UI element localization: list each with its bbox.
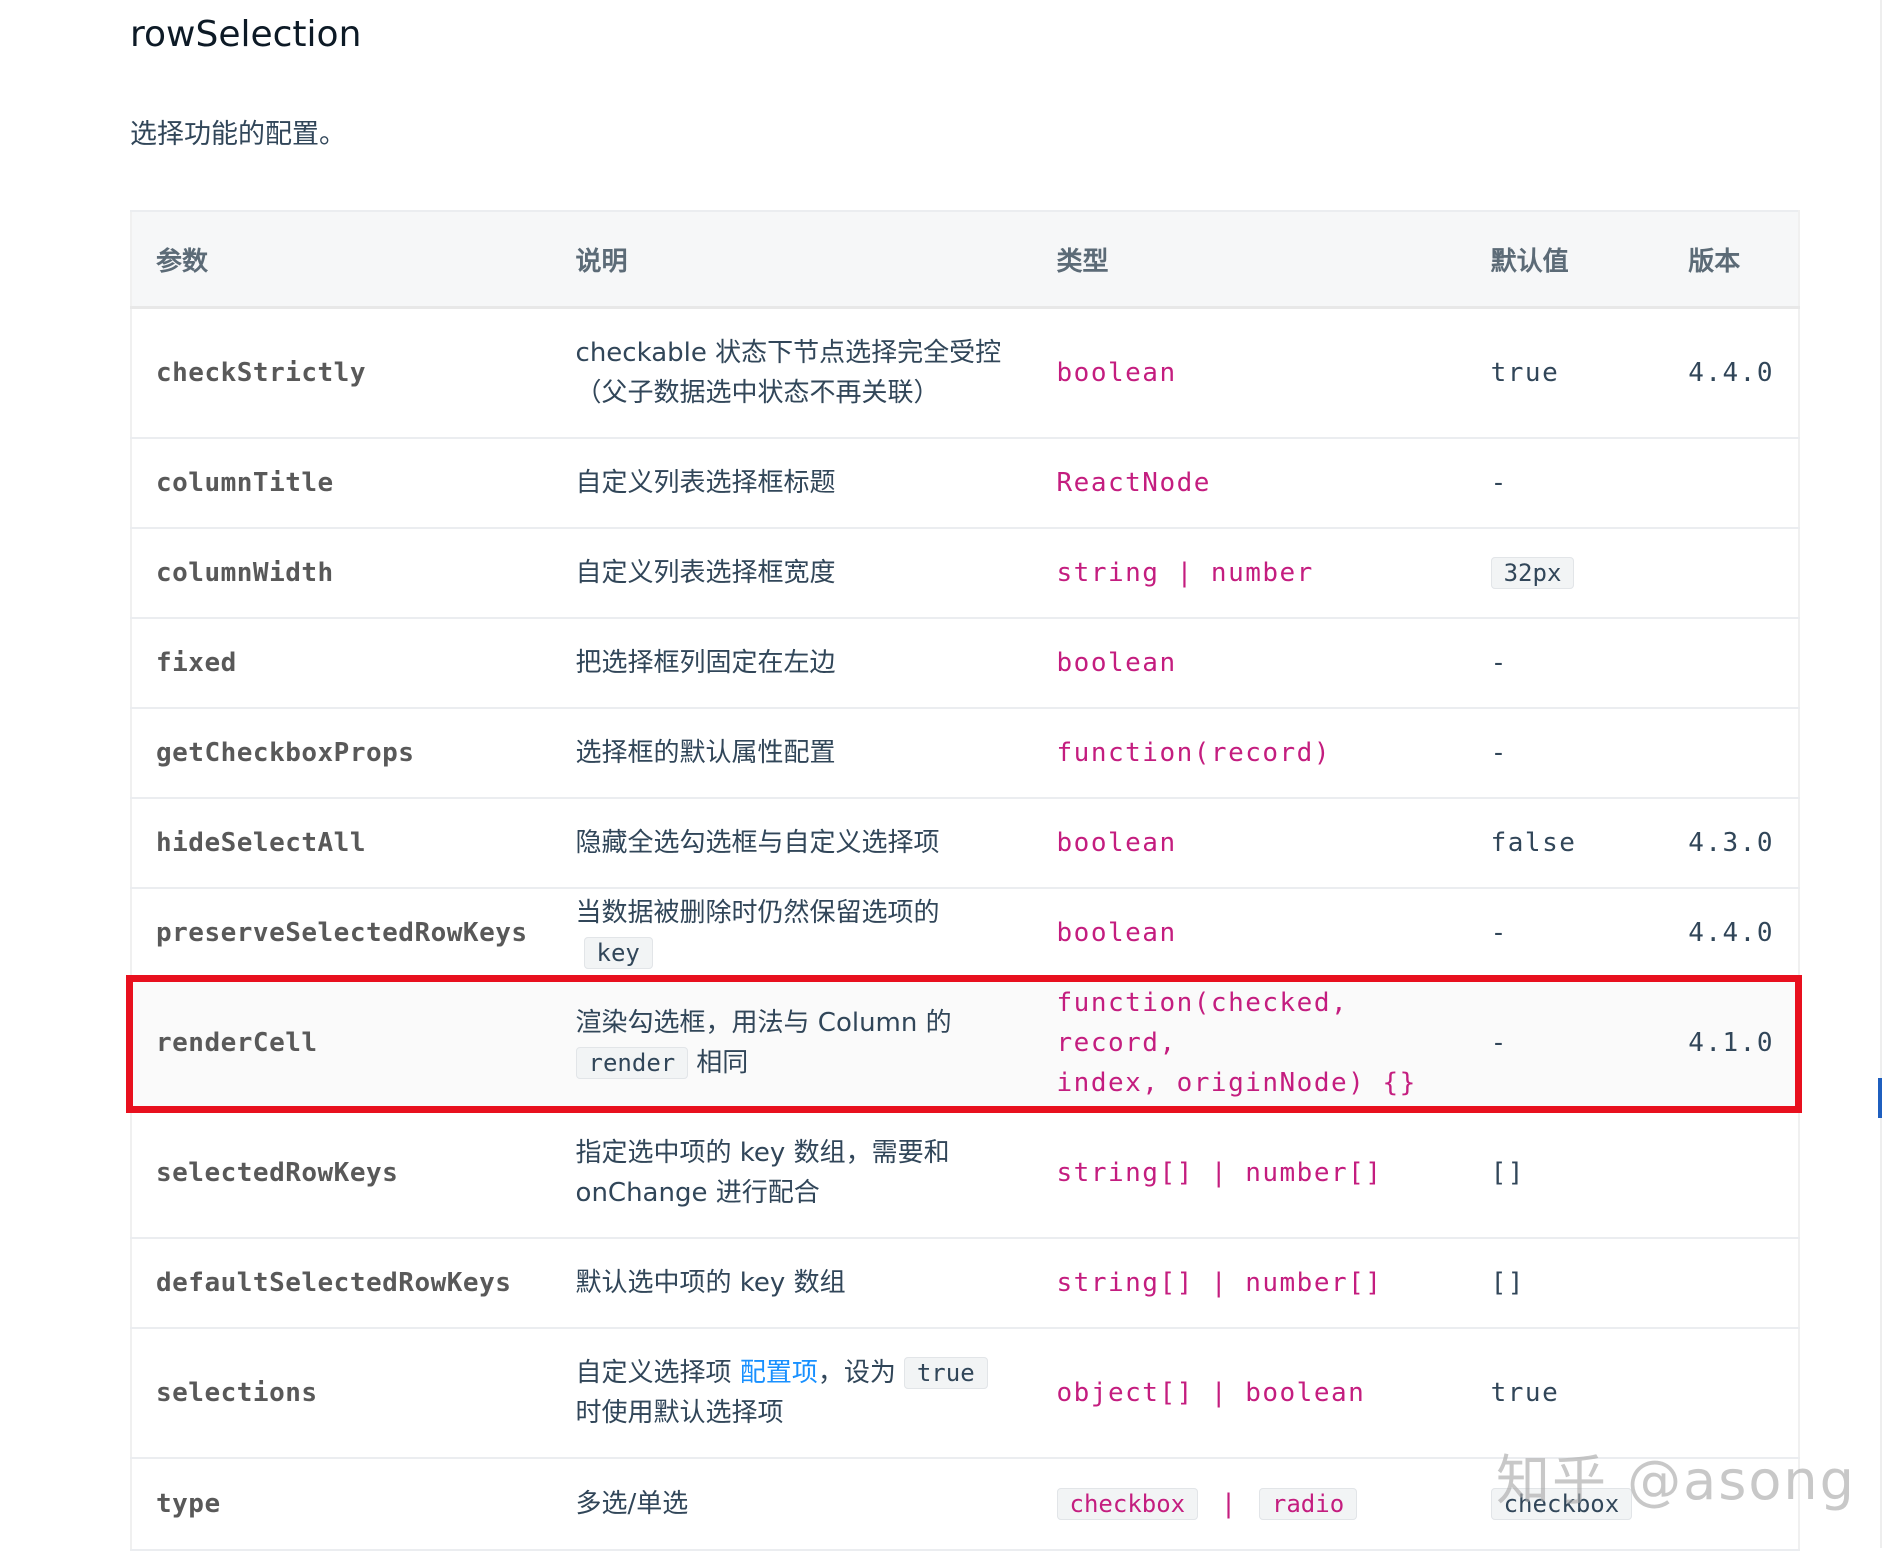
desc-code-tag: true [903, 1356, 988, 1389]
type-code-tag: radio [1258, 1487, 1358, 1520]
default-cell: [] [1466, 1107, 1665, 1239]
highlight-frame [126, 975, 1802, 1113]
param-cell: checkStrictly [131, 307, 552, 439]
version-cell [1664, 1237, 1799, 1329]
type-cell: function(record) [1032, 707, 1467, 799]
desc-cell: 指定选中项的 key 数组，需要和 onChange 进行配合 [551, 1107, 1033, 1239]
table-row: preserveSelectedRowKeys 当数据被删除时仍然保留选项的ke… [131, 887, 1799, 979]
desc-code-tag: key [583, 936, 653, 969]
param-cell: columnTitle [131, 437, 552, 529]
type-cell: string[] | number[] [1032, 1237, 1467, 1329]
table-header-row: 参数 说明 类型 默认值 版本 [131, 211, 1799, 309]
table-row: hideSelectAll 隐藏全选勾选框与自定义选择项 boolean fal… [131, 797, 1799, 889]
param-cell: columnWidth [131, 527, 552, 619]
default-cell: [] [1466, 1237, 1665, 1329]
table-row: fixed 把选择框列固定在左边 boolean - [131, 617, 1799, 709]
desc-cell: 自定义列表选择框宽度 [551, 527, 1033, 619]
api-table: 参数 说明 类型 默认值 版本 checkStrictly checkable … [130, 210, 1800, 1551]
default-cell: false [1466, 797, 1665, 889]
type-cell: boolean [1032, 797, 1467, 889]
version-cell [1664, 1107, 1799, 1239]
type-cell: string[] | number[] [1032, 1107, 1467, 1239]
param-cell: defaultSelectedRowKeys [131, 1237, 552, 1329]
default-cell: - [1466, 707, 1665, 799]
version-cell: 4.3.0 [1664, 797, 1799, 889]
version-cell [1664, 617, 1799, 709]
version-cell: 4.4.0 [1664, 307, 1799, 439]
type-cell: ReactNode [1032, 437, 1467, 529]
param-cell: hideSelectAll [131, 797, 552, 889]
type-code-tag: checkbox [1056, 1487, 1199, 1520]
version-cell [1664, 437, 1799, 529]
param-cell: preserveSelectedRowKeys [131, 887, 552, 979]
section-description: 选择功能的配置。 [130, 119, 346, 150]
type-cell: string | number [1032, 527, 1467, 619]
table-row: selectedRowKeys 指定选中项的 key 数组，需要和 onChang… [131, 1107, 1799, 1239]
section-title: rowSelection [130, 14, 362, 55]
desc-cell: 当数据被删除时仍然保留选项的key [551, 887, 1033, 979]
header-desc: 说明 [551, 211, 1033, 309]
param-cell: getCheckboxProps [131, 707, 552, 799]
param-cell: selections [131, 1327, 552, 1459]
desc-cell: 默认选中项的 key 数组 [551, 1237, 1033, 1329]
table-row: columnWidth 自定义列表选择框宽度 string | number 3… [131, 527, 1799, 619]
watermark: 知乎 @asong [1496, 1449, 1856, 1512]
version-cell [1664, 707, 1799, 799]
header-param: 参数 [131, 211, 552, 309]
table-row: columnTitle 自定义列表选择框标题 ReactNode - [131, 437, 1799, 529]
default-cell: - [1466, 437, 1665, 529]
type-cell: object[] | boolean [1032, 1327, 1467, 1459]
table-row: checkStrictly checkable 状态下节点选择完全受控 （父子数据… [131, 307, 1799, 439]
type-cell: boolean [1032, 307, 1467, 439]
desc-cell: checkbox | radio [1032, 1457, 1467, 1551]
default-code-tag: 32px [1490, 556, 1575, 589]
header-default: 默认值 [1466, 211, 1665, 309]
header-type: 类型 [1032, 211, 1467, 309]
param-cell: selectedRowKeys [131, 1107, 552, 1239]
default-cell: - [1466, 617, 1665, 709]
table-row: getCheckboxProps 选择框的默认属性配置 function(rec… [131, 707, 1799, 799]
desc-cell: 自定义列表选择框标题 [551, 437, 1033, 529]
param-cell: type [131, 1457, 552, 1551]
desc-cell: 把选择框列固定在左边 [551, 617, 1033, 709]
param-cell: fixed [131, 617, 552, 709]
table-row: defaultSelectedRowKeys 默认选中项的 key 数组 str… [131, 1237, 1799, 1329]
scroll-mark [1878, 1078, 1882, 1118]
default-cell: - [1466, 887, 1665, 979]
desc-cell: checkable 状态下节点选择完全受控 （父子数据选中状态不再关联） [551, 307, 1033, 439]
desc-cell: 自定义选择项 配置项，设为 true 时使用默认选择项 [551, 1327, 1033, 1459]
default-cell: true [1466, 307, 1665, 439]
config-item-link[interactable]: 配置项 [740, 1358, 818, 1388]
desc-cell: 选择框的默认属性配置 [551, 707, 1033, 799]
desc-cell: 隐藏全选勾选框与自定义选择项 [551, 797, 1033, 889]
type-cell: boolean [1032, 887, 1467, 979]
version-cell: 4.4.0 [1664, 887, 1799, 979]
header-version: 版本 [1664, 211, 1799, 309]
type-cell: boolean [1032, 617, 1467, 709]
version-cell [1664, 527, 1799, 619]
desc-cell: 多选/单选 [551, 1457, 1033, 1551]
desc-cell: 32px [1466, 527, 1665, 619]
